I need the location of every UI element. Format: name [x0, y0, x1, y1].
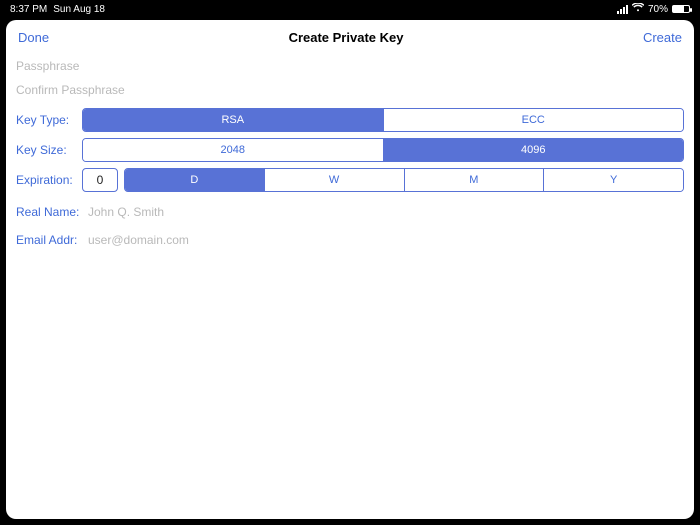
expiration-unit-d[interactable]: D — [125, 169, 264, 191]
expiration-unit-y[interactable]: Y — [543, 169, 683, 191]
real-name-row: Real Name: — [16, 202, 684, 222]
form-content: Key Type: RSA ECC Key Size: 2048 4096 Ex… — [6, 54, 694, 250]
wifi-icon — [632, 3, 644, 15]
expiration-unit-segmented: D W M Y — [124, 168, 684, 192]
key-size-row: Key Size: 2048 4096 — [16, 138, 684, 162]
confirm-passphrase-input[interactable] — [16, 78, 684, 102]
expiration-value-input[interactable] — [82, 168, 118, 192]
expiration-label: Expiration: — [16, 173, 76, 187]
key-size-label: Key Size: — [16, 143, 76, 157]
key-type-row: Key Type: RSA ECC — [16, 108, 684, 132]
key-size-4096[interactable]: 4096 — [383, 139, 684, 161]
battery-percent: 70% — [648, 4, 668, 15]
email-label: Email Addr: — [16, 233, 82, 247]
real-name-input[interactable] — [88, 202, 684, 222]
create-button[interactable]: Create — [643, 30, 682, 45]
battery-icon — [672, 5, 690, 13]
key-type-label: Key Type: — [16, 113, 76, 127]
expiration-row: Expiration: D W M Y — [16, 168, 684, 192]
email-input[interactable] — [88, 230, 684, 250]
expiration-unit-m[interactable]: M — [404, 169, 544, 191]
key-type-segmented: RSA ECC — [82, 108, 684, 132]
page-title: Create Private Key — [49, 30, 643, 45]
status-bar: 8:37 PM Sun Aug 18 70% — [0, 0, 700, 18]
navbar: Done Create Private Key Create — [6, 20, 694, 54]
key-type-ecc[interactable]: ECC — [383, 109, 684, 131]
expiration-unit-w[interactable]: W — [264, 169, 404, 191]
real-name-label: Real Name: — [16, 205, 82, 219]
done-button[interactable]: Done — [18, 30, 49, 45]
status-time: 8:37 PM — [10, 4, 47, 15]
cellular-icon — [617, 5, 628, 14]
email-row: Email Addr: — [16, 230, 684, 250]
status-date: Sun Aug 18 — [53, 4, 105, 15]
modal-sheet: Done Create Private Key Create Key Type:… — [6, 20, 694, 519]
key-size-2048[interactable]: 2048 — [83, 139, 383, 161]
key-type-rsa[interactable]: RSA — [83, 109, 383, 131]
passphrase-input[interactable] — [16, 54, 684, 78]
key-size-segmented: 2048 4096 — [82, 138, 684, 162]
